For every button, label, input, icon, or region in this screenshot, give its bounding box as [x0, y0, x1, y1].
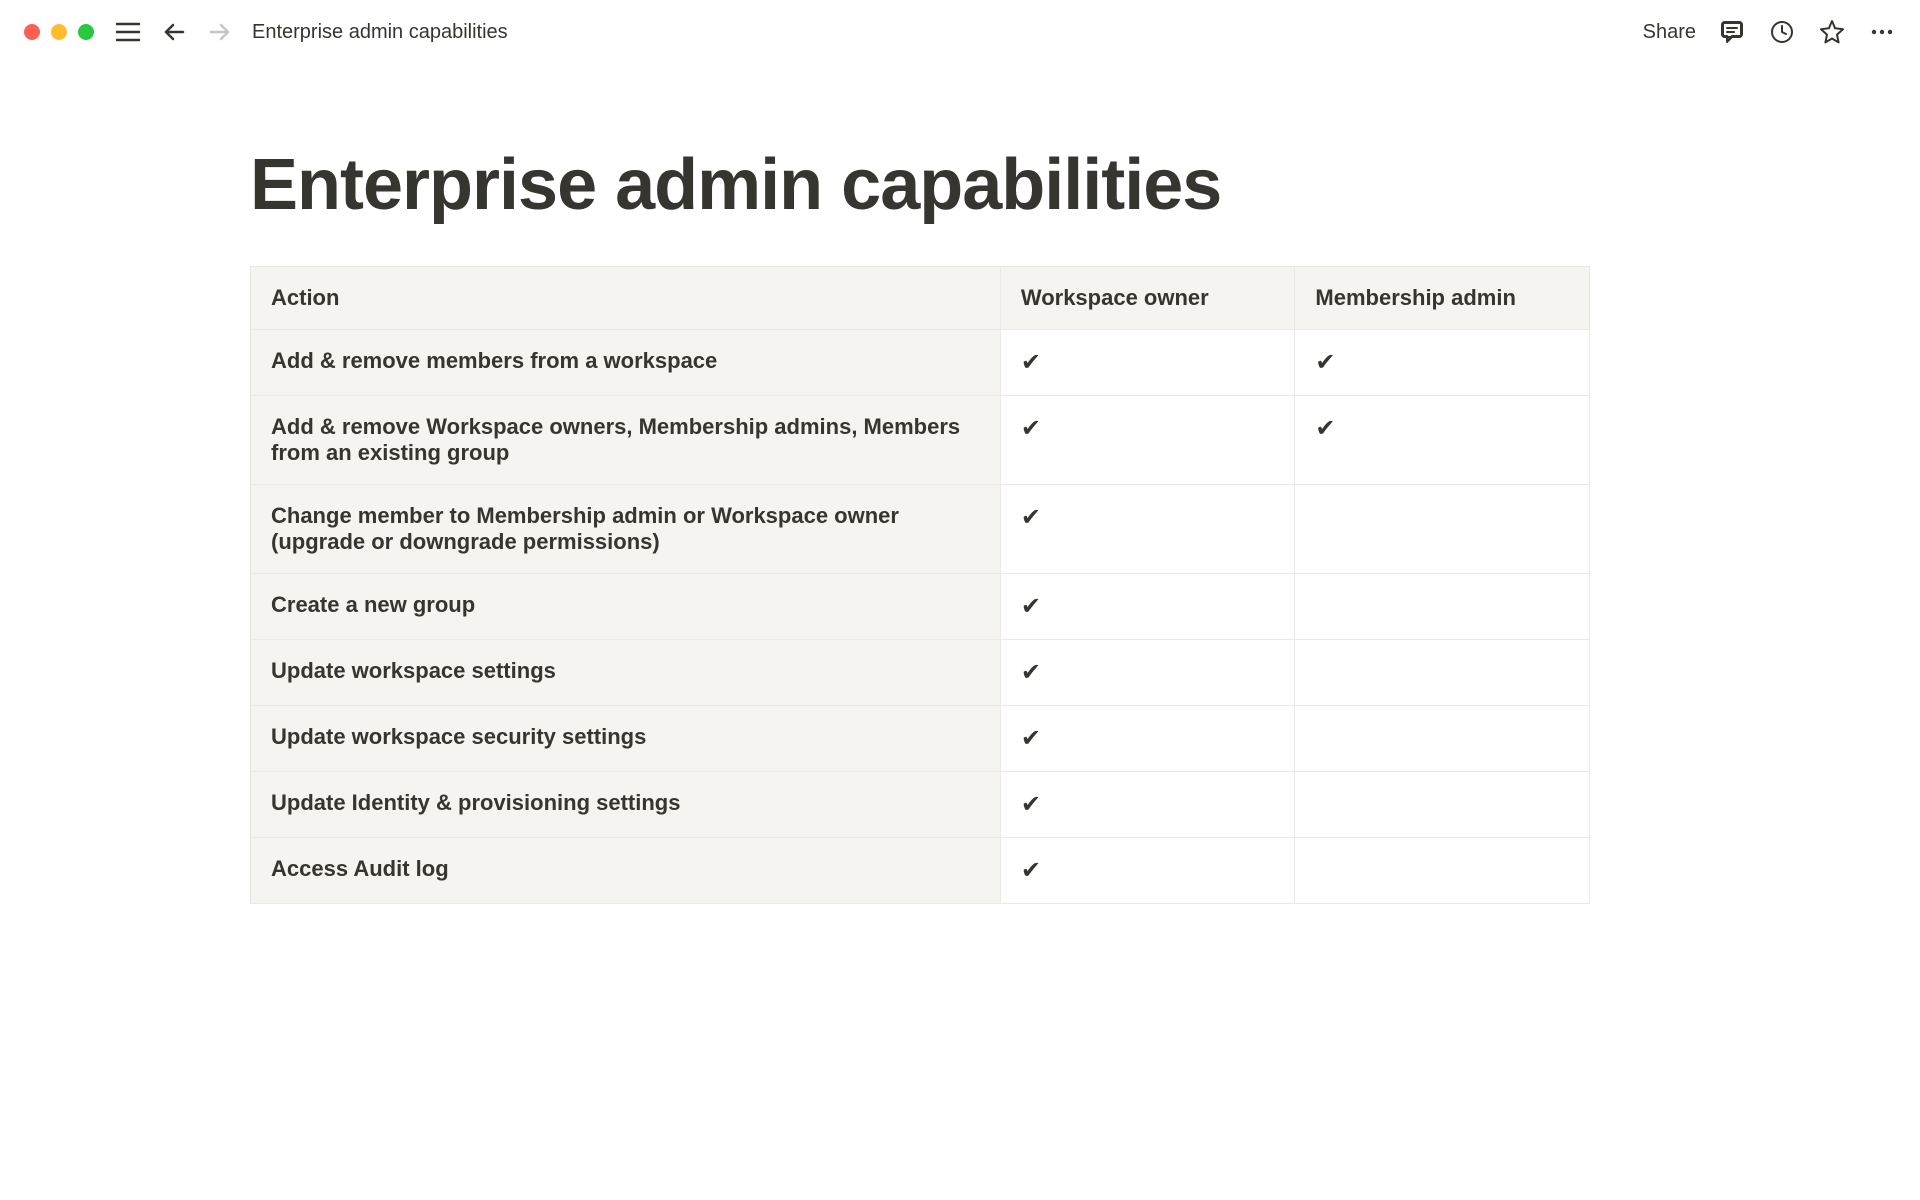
col-header-action: Action: [251, 267, 1001, 330]
topbar-right: Share: [1643, 18, 1896, 46]
action-cell[interactable]: Add & remove Workspace owners, Membershi…: [251, 396, 1001, 485]
admin-cell[interactable]: [1295, 574, 1590, 640]
admin-cell[interactable]: [1295, 485, 1590, 574]
maximize-window-button[interactable]: [78, 24, 94, 40]
minimize-window-button[interactable]: [51, 24, 67, 40]
capabilities-table: Action Workspace owner Membership admin …: [250, 266, 1590, 904]
page-title[interactable]: Enterprise admin capabilities: [250, 144, 1670, 226]
app-window: Enterprise admin capabilities Share: [0, 0, 1920, 1200]
admin-cell[interactable]: [1295, 706, 1590, 772]
owner-cell[interactable]: ✔: [1000, 640, 1295, 706]
table-row: Add & remove members from a workspace✔✔: [251, 330, 1590, 396]
table-row: Change member to Membership admin or Wor…: [251, 485, 1590, 574]
admin-cell[interactable]: ✔: [1295, 396, 1590, 485]
action-cell[interactable]: Change member to Membership admin or Wor…: [251, 485, 1001, 574]
table-row: Update Identity & provisioning settings✔: [251, 772, 1590, 838]
forward-button[interactable]: [206, 18, 234, 46]
action-cell[interactable]: Access Audit log: [251, 838, 1001, 904]
more-horizontal-icon: [1869, 19, 1895, 45]
comments-button[interactable]: [1718, 18, 1746, 46]
admin-cell[interactable]: ✔: [1295, 330, 1590, 396]
owner-cell[interactable]: ✔: [1000, 396, 1295, 485]
breadcrumb[interactable]: Enterprise admin capabilities: [252, 21, 508, 44]
table-row: Update workspace security settings✔: [251, 706, 1590, 772]
page-content: Enterprise admin capabilities Action Wor…: [0, 64, 1920, 1200]
action-cell[interactable]: Add & remove members from a workspace: [251, 330, 1001, 396]
action-cell[interactable]: Update workspace settings: [251, 640, 1001, 706]
table-row: Create a new group✔: [251, 574, 1590, 640]
owner-cell[interactable]: ✔: [1000, 330, 1295, 396]
action-cell[interactable]: Create a new group: [251, 574, 1001, 640]
arrow-left-icon: [162, 20, 186, 44]
admin-cell[interactable]: [1295, 838, 1590, 904]
topbar: Enterprise admin capabilities Share: [0, 0, 1920, 64]
admin-cell[interactable]: [1295, 772, 1590, 838]
table-row: Access Audit log✔: [251, 838, 1590, 904]
owner-cell[interactable]: ✔: [1000, 838, 1295, 904]
owner-cell[interactable]: ✔: [1000, 772, 1295, 838]
window-controls: [24, 24, 94, 40]
table-header-row: Action Workspace owner Membership admin: [251, 267, 1590, 330]
speech-bubble-icon: [1719, 19, 1745, 45]
admin-cell[interactable]: [1295, 640, 1590, 706]
owner-cell[interactable]: ✔: [1000, 485, 1295, 574]
clock-icon: [1769, 19, 1795, 45]
action-cell[interactable]: Update Identity & provisioning settings: [251, 772, 1001, 838]
star-icon: [1819, 19, 1845, 45]
favorite-button[interactable]: [1818, 18, 1846, 46]
topbar-left: Enterprise admin capabilities: [114, 18, 508, 46]
share-button[interactable]: Share: [1643, 21, 1696, 44]
col-header-admin: Membership admin: [1295, 267, 1590, 330]
col-header-owner: Workspace owner: [1000, 267, 1295, 330]
hamburger-icon: [115, 21, 141, 43]
back-button[interactable]: [160, 18, 188, 46]
more-button[interactable]: [1868, 18, 1896, 46]
close-window-button[interactable]: [24, 24, 40, 40]
updates-button[interactable]: [1768, 18, 1796, 46]
arrow-right-icon: [208, 20, 232, 44]
owner-cell[interactable]: ✔: [1000, 706, 1295, 772]
action-cell[interactable]: Update workspace security settings: [251, 706, 1001, 772]
menu-button[interactable]: [114, 18, 142, 46]
owner-cell[interactable]: ✔: [1000, 574, 1295, 640]
table-row: Add & remove Workspace owners, Membershi…: [251, 396, 1590, 485]
table-row: Update workspace settings✔: [251, 640, 1590, 706]
